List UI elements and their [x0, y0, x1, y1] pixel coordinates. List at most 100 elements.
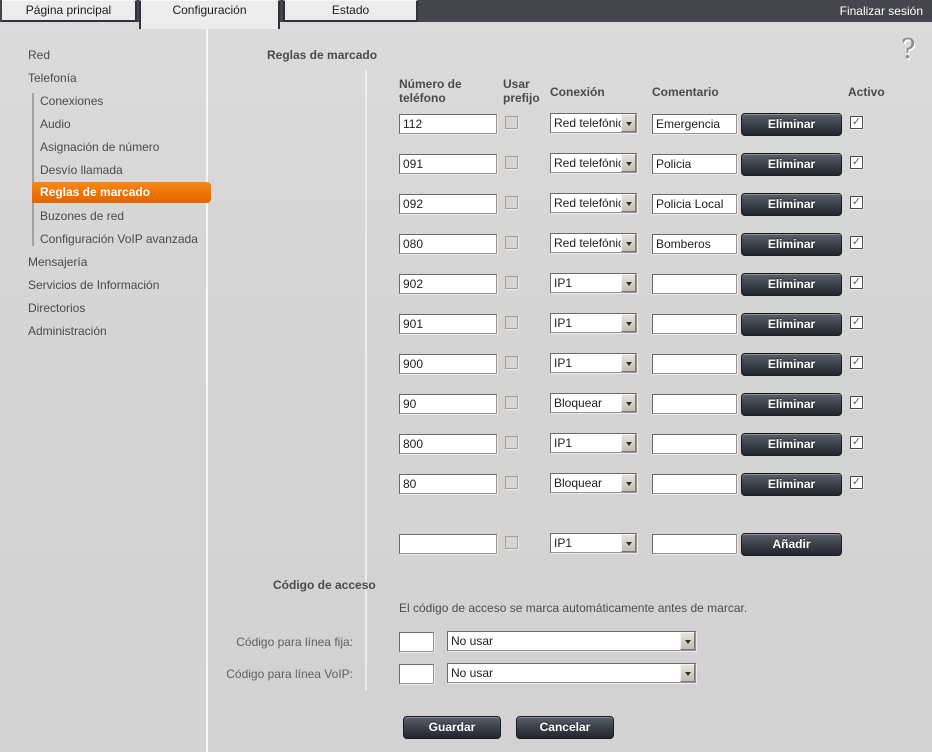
comment-input[interactable]: Policia Local	[652, 194, 737, 214]
phone-number-input[interactable]: 80	[399, 474, 497, 494]
phone-number-input[interactable]: 091	[399, 154, 497, 174]
delete-button[interactable]: Eliminar	[741, 193, 842, 216]
sidebar-item-red[interactable]: Red	[28, 48, 50, 63]
connection-select[interactable]: Red telefónica	[550, 113, 637, 133]
connection-select[interactable]: IP1	[550, 533, 637, 553]
dropdown-arrow-icon	[621, 234, 636, 252]
tab-pagina-principal[interactable]: Página principal	[2, 0, 137, 22]
sidebar-item-directorios[interactable]: Directorios	[28, 301, 85, 316]
select-value: Red telefónica	[551, 194, 621, 212]
sidebar-item-reglas-de-marcado[interactable]: Reglas de marcado	[32, 182, 211, 203]
comment-input[interactable]	[652, 274, 737, 294]
cancel-button[interactable]: Cancelar	[516, 716, 614, 739]
active-checkbox[interactable]: ✓	[850, 356, 863, 369]
section-title-reglas: Reglas de marcado	[267, 48, 377, 62]
dropdown-arrow-icon	[621, 434, 636, 452]
help-icon[interactable]: ?	[901, 34, 915, 65]
delete-button[interactable]: Eliminar	[741, 233, 842, 256]
phone-number-input[interactable]: 90	[399, 394, 497, 414]
sidebar-item-mensajeria[interactable]: Mensajería	[28, 255, 87, 270]
tab-label: Configuración	[141, 1, 278, 20]
delete-button[interactable]: Eliminar	[741, 313, 842, 336]
comment-input[interactable]	[652, 394, 737, 414]
comment-input[interactable]: Policia	[652, 154, 737, 174]
phone-number-input[interactable]: 902	[399, 274, 497, 294]
dropdown-arrow-icon	[621, 194, 636, 212]
logout-link[interactable]: Finalizar sesión	[840, 0, 923, 22]
codigo-linea-fija-select[interactable]: No usar	[447, 631, 696, 651]
label-codigo-linea-voip: Código para línea VoIP:	[207, 667, 353, 681]
sidebar-item-conexiones[interactable]: Conexiones	[40, 94, 103, 109]
use-prefix-checkbox	[505, 436, 518, 449]
active-checkbox[interactable]: ✓	[850, 396, 863, 409]
codigo-linea-fija-input[interactable]	[399, 632, 434, 652]
tab-configuracion[interactable]: Configuración	[139, 0, 280, 29]
comment-input[interactable]	[652, 434, 737, 454]
phone-number-input[interactable]: 900	[399, 354, 497, 374]
active-checkbox[interactable]: ✓	[850, 316, 863, 329]
select-value: Red telefónica	[551, 234, 621, 252]
connection-select[interactable]: IP1	[550, 313, 637, 333]
column-header-prefijo: Usar prefijo	[503, 77, 547, 105]
delete-button[interactable]: Eliminar	[741, 433, 842, 456]
active-checkbox[interactable]: ✓	[850, 236, 863, 249]
save-button[interactable]: Guardar	[403, 716, 501, 739]
select-value: Red telefónica	[551, 114, 621, 132]
sidebar-item-telefonia[interactable]: Telefonía	[28, 71, 77, 86]
active-checkbox[interactable]: ✓	[850, 436, 863, 449]
sidebar-item-audio[interactable]: Audio	[40, 117, 71, 132]
comment-input[interactable]: Emergencia	[652, 114, 737, 134]
tab-label: Estado	[285, 1, 416, 20]
comment-input[interactable]	[652, 354, 737, 374]
phone-number-input[interactable]: 092	[399, 194, 497, 214]
connection-select[interactable]: Bloquear	[550, 393, 637, 413]
active-checkbox[interactable]: ✓	[850, 276, 863, 289]
delete-button[interactable]: Eliminar	[741, 113, 842, 136]
delete-button[interactable]: Eliminar	[741, 473, 842, 496]
sidebar-item-desvio-llamada[interactable]: Desvío llamada	[40, 163, 123, 178]
sidebar-item-administracion[interactable]: Administración	[28, 324, 107, 339]
delete-button[interactable]: Eliminar	[741, 353, 842, 376]
delete-button[interactable]: Eliminar	[741, 153, 842, 176]
connection-select[interactable]: Red telefónica	[550, 193, 637, 213]
connection-select[interactable]: Red telefónica	[550, 153, 637, 173]
select-value: No usar	[448, 632, 680, 650]
phone-number-input[interactable]: 080	[399, 234, 497, 254]
connection-select[interactable]: IP1	[550, 273, 637, 293]
comment-input[interactable]	[652, 314, 737, 334]
codigo-linea-voip-input[interactable]	[399, 664, 434, 684]
dropdown-arrow-icon	[680, 664, 695, 682]
sidebar-item-buzones-de-red[interactable]: Buzones de red	[40, 209, 124, 224]
connection-select[interactable]: Red telefónica	[550, 233, 637, 253]
comment-input[interactable]: Bomberos	[652, 234, 737, 254]
column-header-conexion: Conexión	[550, 85, 605, 99]
active-checkbox[interactable]: ✓	[850, 196, 863, 209]
select-value: IP1	[551, 314, 621, 332]
phone-number-input[interactable]: 901	[399, 314, 497, 334]
add-button[interactable]: Añadir	[741, 533, 842, 556]
sidebar-item-servicios-de-informacion[interactable]: Servicios de Información	[28, 278, 159, 293]
dialing-rule-row: 092 Red telefónica Policia Local Elimina…	[399, 193, 869, 217]
comment-input[interactable]	[652, 474, 737, 494]
delete-button[interactable]: Eliminar	[741, 393, 842, 416]
phone-number-input[interactable]: 112	[399, 114, 497, 134]
active-checkbox[interactable]: ✓	[850, 476, 863, 489]
active-checkbox[interactable]: ✓	[850, 116, 863, 129]
sidebar-item-configuracion-voip-avanzada[interactable]: Configuración VoIP avanzada	[40, 232, 198, 247]
codigo-linea-voip-select[interactable]: No usar	[447, 663, 696, 683]
use-prefix-checkbox	[505, 476, 518, 489]
sidebar-item-asignacion-de-numero[interactable]: Asignación de número	[40, 140, 159, 155]
sidebar-subtree-line	[32, 93, 34, 246]
phone-number-input[interactable]	[399, 534, 497, 554]
active-checkbox[interactable]: ✓	[850, 156, 863, 169]
connection-select[interactable]: IP1	[550, 433, 637, 453]
phone-number-input[interactable]: 800	[399, 434, 497, 454]
connection-select[interactable]: IP1	[550, 353, 637, 373]
dialing-rule-row: 091 Red telefónica Policia Eliminar ✓	[399, 153, 869, 177]
dialing-rule-row: 902 IP1 Eliminar ✓	[399, 273, 869, 297]
delete-button[interactable]: Eliminar	[741, 273, 842, 296]
tab-estado[interactable]: Estado	[283, 0, 418, 22]
use-prefix-checkbox	[505, 196, 518, 209]
comment-input[interactable]	[652, 534, 737, 554]
connection-select[interactable]: Bloquear	[550, 473, 637, 493]
